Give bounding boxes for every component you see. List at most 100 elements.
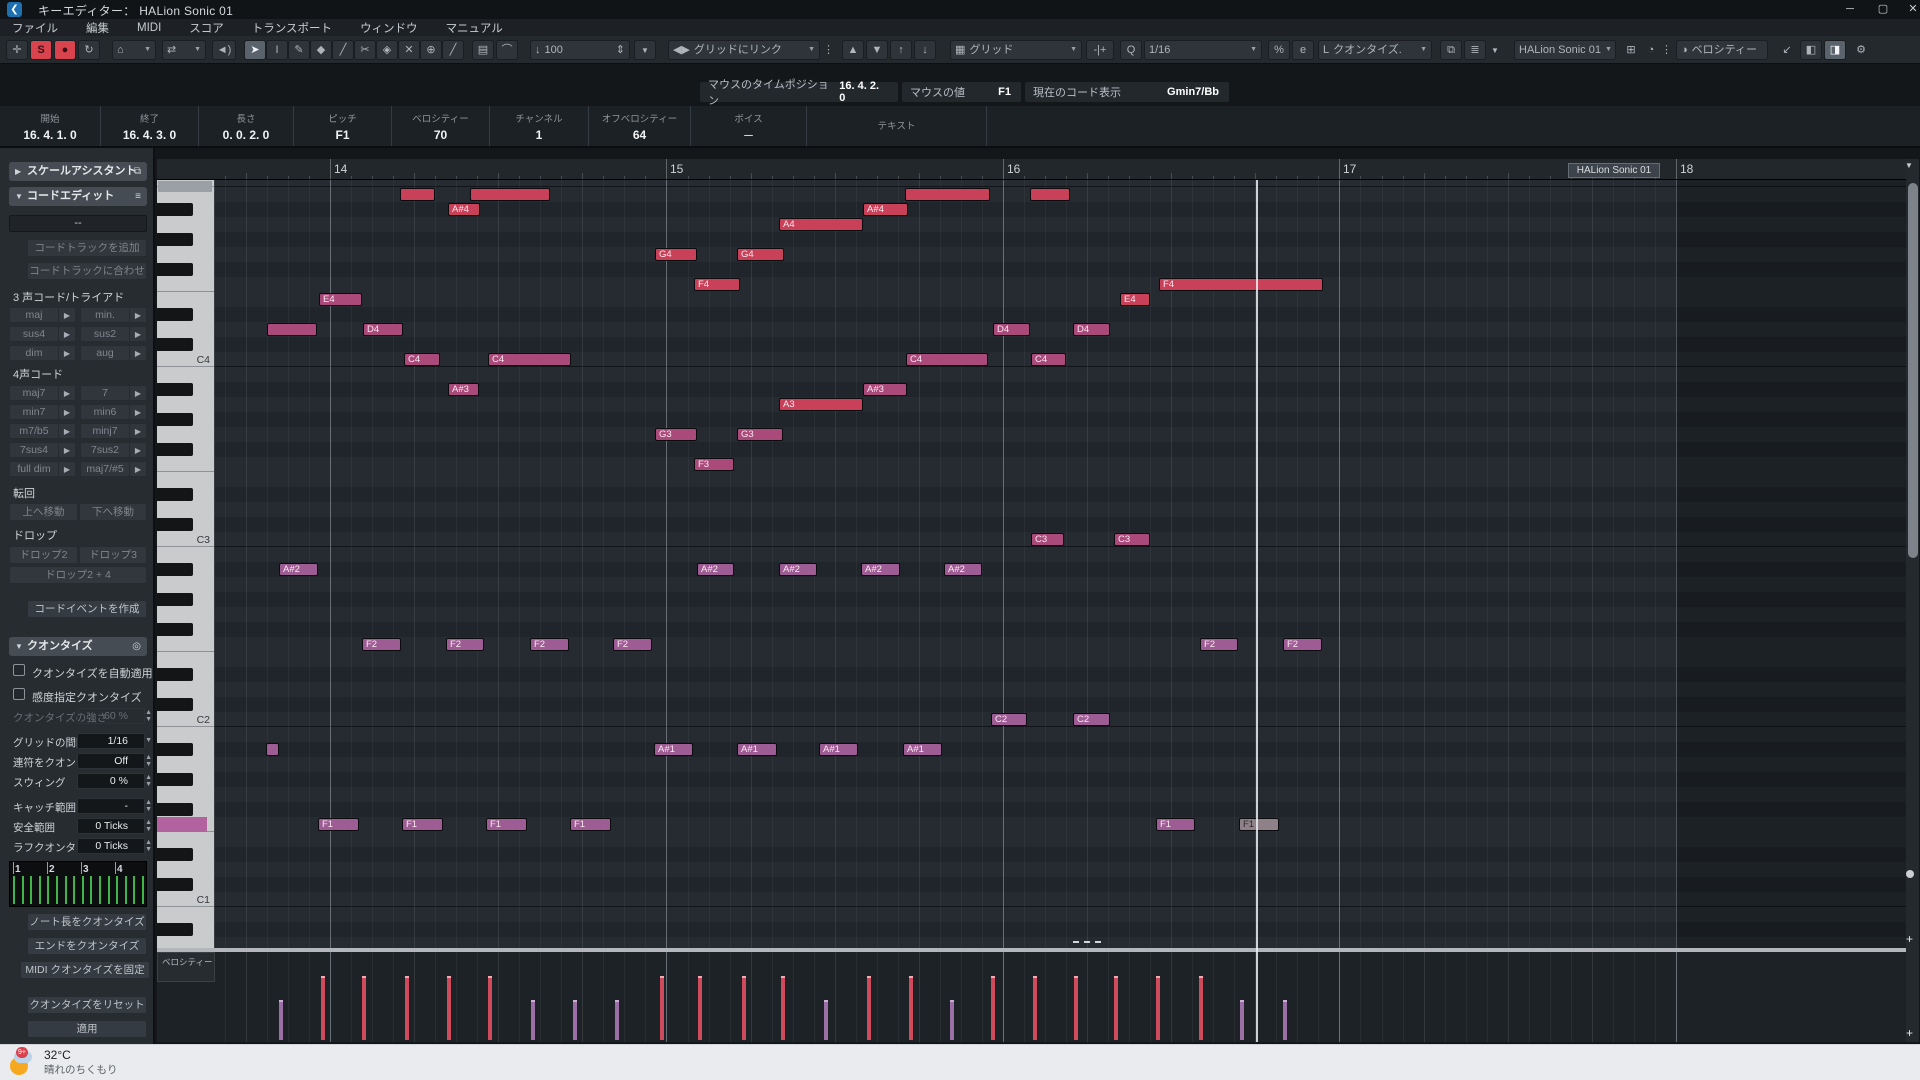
transpose-up-icon[interactable]: ↑ xyxy=(890,40,912,60)
weather-widget[interactable]: 9+ 32°C 晴れのちくもり xyxy=(8,1046,118,1077)
black-key[interactable] xyxy=(157,743,193,756)
midi-note[interactable]: A#2 xyxy=(861,563,900,576)
black-key[interactable] xyxy=(157,668,193,681)
match-chord-track-button[interactable]: コードトラックに合わせる xyxy=(27,262,147,280)
black-key[interactable] xyxy=(157,923,193,936)
velocity-bar[interactable] xyxy=(573,1000,577,1040)
velocity-bar[interactable] xyxy=(1283,1000,1287,1040)
midi-note[interactable]: G4 xyxy=(655,248,697,261)
midi-note[interactable]: F2 xyxy=(530,638,569,651)
quantize-catch-row-2-value[interactable]: 0 Ticks xyxy=(77,838,145,854)
chord-variant-arrow-icon[interactable]: ▶ xyxy=(58,404,76,420)
midi-note[interactable] xyxy=(470,188,550,201)
chord-variant-arrow-icon[interactable]: ▶ xyxy=(129,461,147,477)
midi-note[interactable]: F2 xyxy=(362,638,401,651)
chord-variant-arrow-icon[interactable]: ▶ xyxy=(58,326,76,342)
midi-note[interactable]: A#3 xyxy=(448,383,479,396)
velocity-bar[interactable] xyxy=(1033,976,1037,1040)
trim-tool[interactable]: ╱ xyxy=(332,40,354,60)
midi-note[interactable]: F2 xyxy=(446,638,484,651)
fourchord-maj7[interactable]: maj7 ▶ xyxy=(9,385,76,401)
black-key[interactable] xyxy=(157,203,193,216)
chord-variant-arrow-icon[interactable]: ▶ xyxy=(129,326,147,342)
length-quantize-dropdown[interactable]: L クオンタイズ. ▼ xyxy=(1318,40,1432,60)
velocity-bar[interactable] xyxy=(488,976,492,1040)
quantize-section-header[interactable]: クオンタイズ ▼ ◎ xyxy=(9,637,147,656)
scale-assistant-header[interactable]: スケールアシスタント ▶ ⧉ xyxy=(9,162,147,181)
drop2-button[interactable]: ドロップ2 xyxy=(9,546,78,564)
fourchord-m7/b5[interactable]: m7/b5 ▶ xyxy=(9,423,76,439)
midi-note[interactable]: F1 xyxy=(402,818,443,831)
solo-button[interactable]: S xyxy=(30,40,52,60)
lane-divider[interactable] xyxy=(157,948,1906,952)
scale-assistant-header-menu-icon[interactable]: ⧉ xyxy=(134,162,141,181)
midi-note[interactable]: E4 xyxy=(319,293,362,306)
info-column-4[interactable]: ベロシティー 70 xyxy=(392,106,490,146)
fourchord-button[interactable]: 7sus4 xyxy=(9,442,58,458)
info-column-3[interactable]: ピッチ F1 xyxy=(294,106,392,146)
triad-min.[interactable]: min. ▶ xyxy=(80,307,147,323)
create-chord-event-button[interactable]: コードイベントを作成 xyxy=(27,600,147,618)
velocity-bar[interactable] xyxy=(447,976,451,1040)
info-column-7[interactable]: ボイス ─ xyxy=(691,106,807,146)
midi-note[interactable]: E4 xyxy=(1120,293,1150,306)
setup-toolbar-gear-icon[interactable]: ⚙ xyxy=(1852,40,1870,60)
velocity-bar[interactable] xyxy=(991,976,995,1040)
scroll-up-icon[interactable]: ▼ xyxy=(1905,161,1913,170)
triad-sus2[interactable]: sus2 ▶ xyxy=(80,326,147,342)
velocity-bar[interactable] xyxy=(1156,976,1160,1040)
piano-keyboard[interactable]: C4 C3 C2 C1 xyxy=(157,180,215,948)
black-key[interactable] xyxy=(157,518,193,531)
zoom-handle-icon[interactable] xyxy=(1906,870,1914,878)
velocity-bar[interactable] xyxy=(909,976,913,1040)
velocity-bar[interactable] xyxy=(660,976,664,1040)
quantize-catch-row-0-value[interactable]: - xyxy=(77,798,145,814)
midi-note[interactable]: F2 xyxy=(1283,638,1322,651)
velocity-bar[interactable] xyxy=(362,976,366,1040)
soft-quantize-checkbox[interactable] xyxy=(13,688,25,700)
grid-link-dropdown[interactable]: ◀▶ グリッドにリンク ▼ xyxy=(668,40,820,60)
velocity-bar[interactable] xyxy=(1240,1000,1244,1040)
playhead-cursor[interactable] xyxy=(1256,180,1258,1042)
velocity-bar[interactable] xyxy=(824,1000,828,1040)
mute-tool[interactable]: ✕ xyxy=(398,40,420,60)
black-key[interactable] xyxy=(157,593,193,606)
velocity-bar[interactable] xyxy=(405,976,409,1040)
insert-velocity-dropdown[interactable]: ▼ xyxy=(634,40,656,60)
show-part-borders-icon[interactable]: ⧉ xyxy=(1440,40,1462,60)
chord-variant-arrow-icon[interactable]: ▶ xyxy=(129,442,147,458)
chord-variant-arrow-icon[interactable]: ▶ xyxy=(58,385,76,401)
input-menu-icon[interactable]: ⋮ xyxy=(1660,40,1670,60)
show-lower-zone-toggle[interactable]: ◨ xyxy=(1824,40,1846,60)
grid-type-dropdown-caret-icon[interactable]: ▼ xyxy=(1070,41,1077,59)
menu-item-3[interactable]: スコア xyxy=(189,20,224,36)
snap-mode-icon[interactable]: -|+ xyxy=(1086,40,1114,60)
midi-note[interactable]: A#3 xyxy=(863,383,907,396)
velocity-bar[interactable] xyxy=(1199,976,1203,1040)
info-column-6[interactable]: オフベロシティー 64 xyxy=(589,106,691,146)
vertical-scrollbar-thumb[interactable] xyxy=(1907,183,1918,558)
left-zone-icon[interactable]: ↙ xyxy=(1778,40,1796,60)
midi-note[interactable] xyxy=(1030,188,1070,201)
velocity-bar[interactable] xyxy=(867,976,871,1040)
midi-note[interactable]: G3 xyxy=(655,428,697,441)
midi-note[interactable]: F2 xyxy=(1200,638,1238,651)
triad-maj[interactable]: maj ▶ xyxy=(9,307,76,323)
chord-variant-arrow-icon[interactable]: ▶ xyxy=(58,345,76,361)
midi-note[interactable]: G4 xyxy=(737,248,784,261)
show-left-zone-toggle[interactable]: ◧ xyxy=(1800,40,1822,60)
menu-item-5[interactable]: ウィンドウ xyxy=(360,20,418,36)
triad-aug[interactable]: aug ▶ xyxy=(80,345,147,361)
fourchord-button[interactable]: minj7 xyxy=(80,423,129,439)
black-key[interactable] xyxy=(157,563,193,576)
midi-note[interactable]: A#2 xyxy=(944,563,982,576)
velocity-bar[interactable] xyxy=(781,976,785,1040)
autoscroll-dropdown[interactable]: ⇄ ▼ xyxy=(162,40,206,60)
move-down-button[interactable]: 下へ移動 xyxy=(79,503,147,521)
velocity-bar[interactable] xyxy=(698,976,702,1040)
zoom-in-horizontal-icon[interactable]: + xyxy=(1906,1026,1913,1040)
fourchord-button[interactable]: min7 xyxy=(9,404,58,420)
grid-link-menu-icon[interactable]: ⋮ xyxy=(822,40,832,60)
velocity-bar[interactable] xyxy=(531,1000,535,1040)
fourchord-button[interactable]: min6 xyxy=(80,404,129,420)
